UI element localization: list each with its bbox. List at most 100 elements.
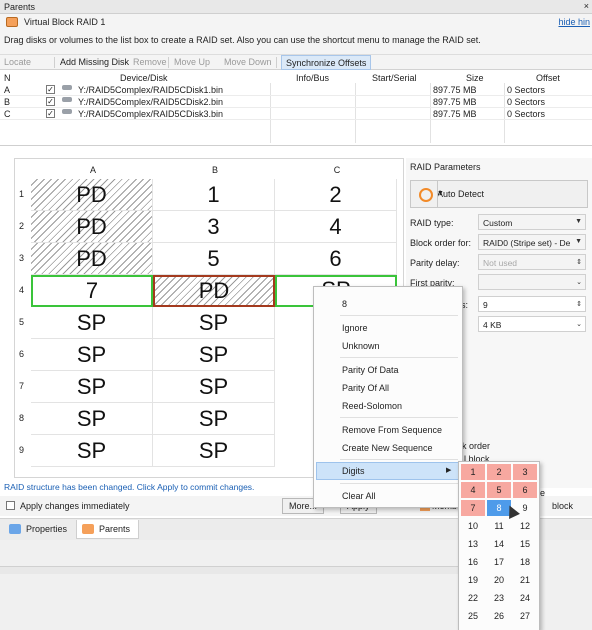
grid-cell[interactable]: SP: [153, 371, 275, 403]
menu-item-digits[interactable]: [316, 462, 460, 480]
grid-cell[interactable]: SP: [153, 307, 275, 339]
grid-cell-selected[interactable]: PD: [153, 275, 275, 307]
raid-type-select[interactable]: Custom ▼: [478, 214, 586, 230]
digit-item[interactable]: 26: [487, 608, 511, 624]
auto-detect-button[interactable]: Auto Detect ▼: [410, 180, 588, 208]
chevron-down-icon: ▼: [575, 238, 582, 245]
grid-cell[interactable]: PD: [31, 243, 153, 275]
digit-item[interactable]: 20: [487, 572, 511, 588]
move-up-button[interactable]: Move Up: [174, 57, 210, 67]
move-down-button[interactable]: Move Down: [224, 57, 272, 67]
menu-item-parity-of-all[interactable]: Parity Of All: [342, 383, 389, 393]
parity-delay-value: Not used: [483, 258, 518, 268]
grid-cell[interactable]: SP: [153, 339, 275, 371]
digit-item[interactable]: 5: [487, 482, 511, 498]
menu-item-clear-all[interactable]: Clear All: [342, 491, 376, 501]
digit-item[interactable]: 17: [487, 554, 511, 570]
digit-item[interactable]: 27: [513, 608, 537, 624]
digit-item[interactable]: 25: [461, 608, 485, 624]
locate-button[interactable]: Locate: [4, 57, 31, 67]
digit-item[interactable]: 21: [513, 572, 537, 588]
grid-col-header: A: [89, 165, 96, 175]
close-icon[interactable]: ×: [584, 1, 589, 11]
digit-item[interactable]: 24: [513, 590, 537, 606]
menu-item-remove-from-sequence[interactable]: Remove From Sequence: [342, 425, 442, 435]
menu-item-parity-of-data[interactable]: Parity Of Data: [342, 365, 399, 375]
horizontal-scrollbar[interactable]: [0, 566, 470, 574]
digit-item[interactable]: 7: [461, 500, 485, 516]
block-order-select[interactable]: RAID0 (Stripe set) - De ▼: [478, 234, 586, 250]
grid-cell[interactable]: PD: [31, 179, 153, 211]
col-header-start[interactable]: Start/Serial: [372, 73, 417, 83]
grid-cell[interactable]: 1: [153, 179, 275, 211]
grid-cell[interactable]: 3: [153, 211, 275, 243]
chevron-down-icon[interactable]: ▼: [437, 190, 584, 197]
properties-icon: [9, 524, 21, 534]
digit-item[interactable]: 22: [461, 590, 485, 606]
col-header-offset[interactable]: Offset: [536, 73, 560, 83]
grid-cell[interactable]: SP: [31, 403, 153, 435]
menu-item-create-new-sequence[interactable]: Create New Sequence: [342, 443, 433, 453]
grid-cell[interactable]: SP: [31, 371, 153, 403]
auto-detect-icon: [419, 188, 433, 202]
digit-item[interactable]: 12: [513, 518, 537, 534]
digit-item[interactable]: 18: [513, 554, 537, 570]
digit-item[interactable]: 11: [487, 518, 511, 534]
tab-properties[interactable]: Properties: [4, 520, 75, 539]
digit-item[interactable]: 13: [461, 536, 485, 552]
grid-cell[interactable]: 5: [153, 243, 275, 275]
digit-item[interactable]: 6: [513, 482, 537, 498]
grid-cell[interactable]: SP: [31, 307, 153, 339]
digit-item[interactable]: 4: [461, 482, 485, 498]
menu-item-reed-solomon[interactable]: Reed-Solomon: [342, 401, 402, 411]
col-header-device[interactable]: Device/Disk: [120, 73, 168, 83]
synchronize-offsets-button[interactable]: Synchronize Offsets: [281, 55, 372, 70]
grid-cell[interactable]: PD: [31, 211, 153, 243]
parity-delay-field[interactable]: Not used ⇕: [478, 254, 586, 270]
col-header-size[interactable]: Size: [466, 73, 484, 83]
digit-item[interactable]: 14: [487, 536, 511, 552]
disks-spinner[interactable]: 9 ⇕: [478, 296, 586, 312]
hide-hint-link[interactable]: hide hin: [558, 17, 590, 27]
grid-cell[interactable]: 2: [275, 179, 397, 211]
grid-row-number: 4: [19, 285, 25, 295]
table-row[interactable]: B ✓ Y:/RAID5Complex/RAID5CDisk2.bin 897.…: [0, 96, 592, 108]
add-missing-disk-button[interactable]: Add Missing Disk: [60, 57, 129, 67]
grid-cell[interactable]: SP: [153, 403, 275, 435]
row-checkbox[interactable]: ✓: [46, 109, 55, 118]
digit-item[interactable]: 1: [461, 464, 485, 480]
col-header-info[interactable]: Info/Bus: [296, 73, 329, 83]
window-title-bar: Parents ×: [0, 0, 592, 14]
table-row[interactable]: C ✓ Y:/RAID5Complex/RAID5CDisk3.bin 897.…: [0, 108, 592, 120]
digit-item[interactable]: 16: [461, 554, 485, 570]
raid-name: Virtual Block RAID 1: [24, 17, 106, 27]
block-order-option: k order: [462, 441, 491, 451]
digit-item[interactable]: 15: [513, 536, 537, 552]
grid-cell[interactable]: 6: [275, 243, 397, 275]
block-size-select[interactable]: 4 KB ⌄: [478, 316, 586, 332]
grid-cell-selected[interactable]: 7: [31, 275, 153, 307]
remove-button[interactable]: Remove: [133, 57, 167, 67]
menu-value[interactable]: 8: [342, 299, 347, 309]
grid-cell[interactable]: 4: [275, 211, 397, 243]
grid-cell[interactable]: SP: [153, 435, 275, 467]
grid-cell[interactable]: SP: [31, 435, 153, 467]
disk-icon: [62, 97, 72, 102]
menu-item-unknown[interactable]: Unknown: [342, 341, 380, 351]
digit-item[interactable]: 2: [487, 464, 511, 480]
apply-immediately-checkbox[interactable]: [6, 501, 15, 510]
digit-item[interactable]: 19: [461, 572, 485, 588]
row-checkbox[interactable]: ✓: [46, 85, 55, 94]
row-checkbox[interactable]: ✓: [46, 97, 55, 106]
digit-item[interactable]: 10: [461, 518, 485, 534]
grid-row-number: 1: [19, 189, 25, 199]
first-parity-select[interactable]: ⌄: [478, 274, 586, 290]
raid-type-label: RAID type:: [410, 218, 454, 228]
col-header-n[interactable]: N: [4, 73, 11, 83]
grid-cell[interactable]: SP: [31, 339, 153, 371]
menu-item-ignore[interactable]: Ignore: [342, 323, 368, 333]
table-row[interactable]: A ✓ Y:/RAID5Complex/RAID5CDisk1.bin 897.…: [0, 84, 592, 96]
tab-parents[interactable]: Parents: [76, 520, 140, 539]
digit-item[interactable]: 3: [513, 464, 537, 480]
digit-item[interactable]: 23: [487, 590, 511, 606]
